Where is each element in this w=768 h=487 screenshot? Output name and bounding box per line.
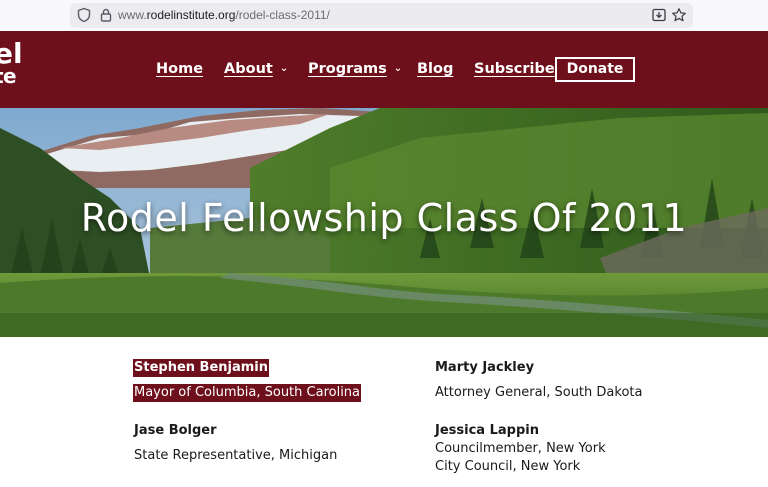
fellow-card: Stephen Benjamin Mayor of Columbia, Sout… [133,359,362,402]
page-title: Rodel Fellowship Class Of 2011 [80,196,688,240]
url-text[interactable]: www.rodelinstitute.org/rodel-class-2011/ [118,8,330,22]
fellow-card: Jase Bolger State Representative, Michig… [133,422,338,465]
nav-about-label: About [224,61,273,77]
donate-button[interactable]: Donate [555,57,635,82]
nav-subscribe[interactable]: Subscribe [474,61,555,77]
site-logo[interactable]: el te [0,37,23,88]
shield-icon[interactable] [76,7,92,23]
bookmark-star-icon[interactable] [671,7,687,23]
url-prefix: www. [118,8,147,22]
fellow-role: Mayor of Columbia, South Carolina [133,384,362,402]
fellow-role: Attorney General, South Dakota [435,385,643,400]
nav-about[interactable]: About ⌄ [224,61,288,77]
lock-icon[interactable] [98,7,114,23]
fellow-role: State Representative, Michigan [134,448,338,463]
fellow-name: Marty Jackley [435,360,535,375]
nav-home[interactable]: Home [156,61,203,77]
browser-toolbar: www.rodelinstitute.org/rodel-class-2011/ [0,0,768,31]
nav-blog[interactable]: Blog [417,61,453,77]
site-header: el te Home About ⌄ Programs ⌄ Blog Subscri… [0,31,768,108]
nav-blog-label: Blog [417,61,454,77]
download-icon[interactable] [651,7,667,23]
url-path: /rodel-class-2011/ [235,8,330,22]
fellows-list: Stephen Benjamin Mayor of Columbia, Sout… [0,337,768,487]
chevron-down-icon: ⌄ [279,63,289,74]
fellow-name: Jessica Lappin [435,423,539,438]
fellow-name: Jase Bolger [134,423,217,438]
fellow-card: Marty Jackley Attorney General, South Da… [434,359,643,402]
chevron-down-icon: ⌄ [393,63,403,74]
logo-line1: el [0,37,23,70]
address-bar[interactable]: www.rodelinstitute.org/rodel-class-2011/ [70,3,693,28]
url-host: rodelinstitute.org [146,8,236,22]
nav-programs[interactable]: Programs ⌄ [308,61,402,77]
fellow-card: Jessica Lappin Councilmember, New York C… [434,422,624,476]
nav-home-label: Home [156,61,204,77]
nav-programs-label: Programs [308,61,387,77]
hero-banner: Rodel Fellowship Class Of 2011 [0,108,768,337]
fellow-name: Stephen Benjamin [133,359,270,377]
nav-subscribe-label: Subscribe [474,61,555,77]
fellow-role: Councilmember, New York City Council, Ne… [435,441,606,474]
